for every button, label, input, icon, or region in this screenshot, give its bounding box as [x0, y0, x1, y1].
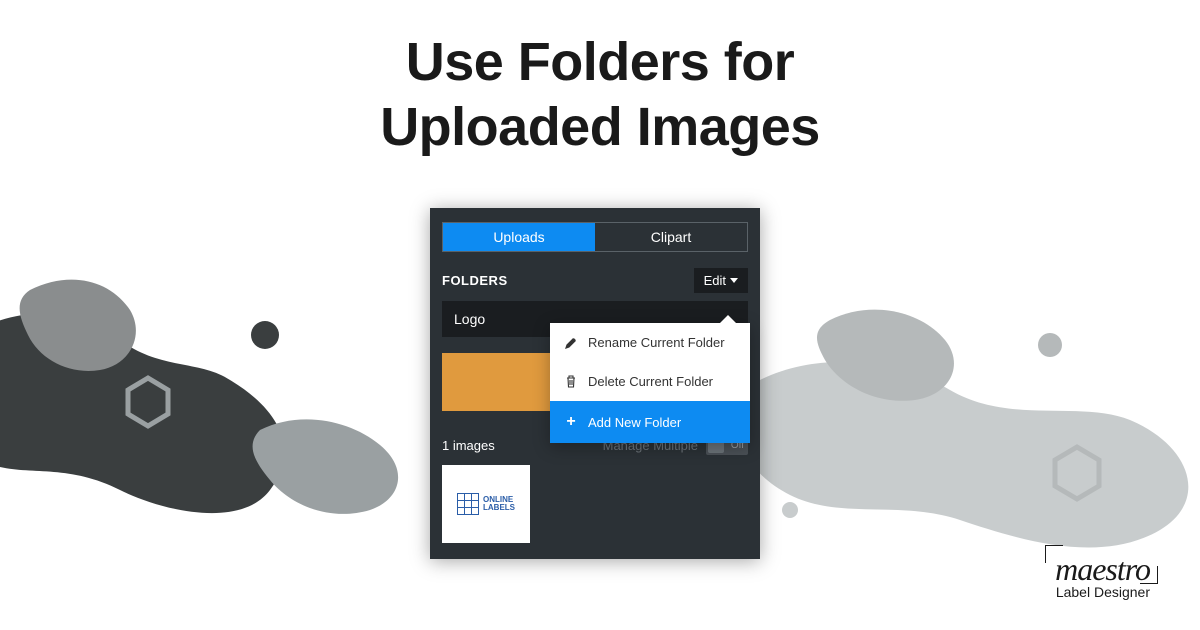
add-new-folder-item[interactable]: + Add New Folder [550, 401, 750, 443]
pencil-icon [564, 337, 578, 349]
uploads-panel: Uploads Clipart FOLDERS Edit Logo + 1 im… [430, 208, 760, 559]
logo-sub-text: Label Designer [1055, 584, 1150, 600]
logo-main-text: maestro [1055, 551, 1150, 588]
add-label: Add New Folder [588, 415, 681, 430]
folders-heading: FOLDERS [442, 273, 508, 288]
image-thumbnail[interactable]: ONLINE LABELS [442, 465, 530, 543]
headline-line-1: Use Folders for [406, 32, 795, 92]
delete-label: Delete Current Folder [588, 374, 713, 389]
page-headline: Use Folders for Uploaded Images [0, 30, 1200, 160]
maestro-logo: maestro Label Designer [1055, 551, 1150, 600]
tab-clipart[interactable]: Clipart [595, 223, 747, 251]
delete-folder-item[interactable]: Delete Current Folder [550, 362, 750, 401]
grid-icon [457, 493, 479, 515]
image-count-label: 1 images [442, 438, 495, 453]
panel-tabs: Uploads Clipart [442, 222, 748, 252]
thumb-text-bottom: LABELS [483, 504, 515, 512]
trash-icon [564, 375, 578, 388]
edit-dropdown-menu: Rename Current Folder Delete Current Fol… [550, 323, 750, 443]
edit-label: Edit [704, 273, 726, 288]
tab-uploads[interactable]: Uploads [443, 223, 595, 251]
thumbnail-logo: ONLINE LABELS [457, 493, 515, 515]
caret-down-icon [730, 278, 738, 283]
rename-label: Rename Current Folder [588, 335, 725, 350]
rename-folder-item[interactable]: Rename Current Folder [550, 323, 750, 362]
plus-icon: + [564, 413, 578, 431]
edit-folders-button[interactable]: Edit [694, 268, 748, 293]
headline-line-2: Uploaded Images [380, 97, 820, 157]
